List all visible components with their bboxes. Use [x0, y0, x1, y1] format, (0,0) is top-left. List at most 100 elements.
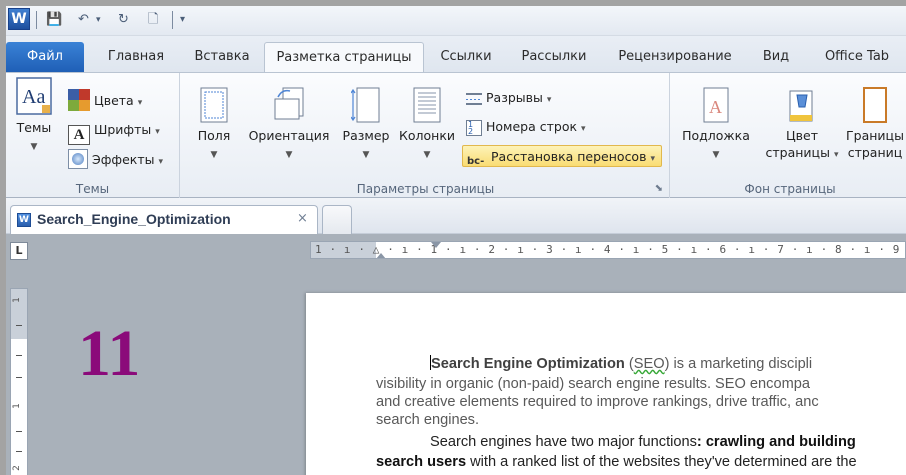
ruler-number: 2 — [11, 465, 22, 471]
page-borders-label-line1: Границы — [846, 128, 904, 143]
margins-label: Поля — [197, 128, 231, 143]
ruler-ticks: 1 · ı · △ · ı · 1 · ı · 2 · ı · 3 · ı · … — [315, 243, 906, 256]
breaks-icon — [466, 93, 482, 105]
colors-icon — [68, 89, 90, 111]
redo-icon[interactable]: ↻ — [118, 11, 129, 29]
undo-icon[interactable]: ↶ — [78, 11, 89, 29]
chevron-down-icon: ▼ — [712, 150, 720, 160]
ruler-tick — [16, 377, 22, 378]
chevron-down-icon: ▾ — [155, 127, 160, 137]
left-indent-marker[interactable] — [376, 253, 386, 258]
text-run: Search engines have two major functions — [430, 434, 697, 450]
chevron-down-icon: ▾ — [546, 95, 552, 105]
paragraph-1-line-3: and creative elements required to improv… — [376, 394, 819, 410]
text-run: ) is a marketing discipli — [664, 356, 813, 372]
text-run: with a ranked list of the websites they'… — [466, 454, 857, 470]
watermark-icon: A — [703, 87, 729, 123]
ruler-tick — [16, 451, 22, 452]
tab-file[interactable]: Файл — [6, 42, 84, 72]
slide-number: 11 — [78, 317, 141, 390]
close-icon[interactable]: × — [297, 211, 308, 226]
line-numbers-label: Номера строк — [486, 119, 578, 134]
page-setup-group-label: Параметры страницы — [356, 182, 495, 196]
toolbar-separator — [172, 11, 173, 29]
columns-button[interactable]: Колонки ▼ — [396, 87, 458, 164]
tab-references[interactable]: Ссылки — [432, 42, 500, 72]
page-color-icon — [789, 90, 813, 122]
ruler-row: L 1 · ı · △ · ı · 1 · ı · 2 · ı · 3 · ı … — [6, 235, 906, 265]
breaks-button[interactable]: Разрывы ▾ — [466, 87, 551, 109]
page-color-button[interactable]: Цвет страницы ▾ — [762, 87, 842, 164]
watermark-button[interactable]: A Подложка ▼ — [678, 87, 754, 164]
page-background-group: A Подложка ▼ Цвет страницы ▾ Границы стр… — [672, 73, 906, 199]
tab-mailings[interactable]: Рассылки — [512, 42, 596, 72]
ribbon-tabs: Файл Главная Вставка Разметка страницы С… — [6, 36, 906, 73]
chevron-down-icon: ▼ — [423, 150, 431, 160]
colors-button[interactable]: Цвета ▾ — [68, 89, 142, 111]
hyphenation-button[interactable]: bc- Расстановка переносов ▾ — [462, 145, 662, 167]
orientation-label: Ориентация — [248, 128, 330, 143]
document-page[interactable]: Search Engine Optimization (SEO) is a ma… — [306, 293, 906, 475]
effects-icon — [68, 149, 88, 169]
tab-view[interactable]: Вид — [754, 42, 798, 72]
margins-button[interactable]: Поля ▼ — [194, 87, 234, 164]
breaks-label: Разрывы — [486, 90, 543, 105]
ruler-tick — [16, 355, 22, 356]
toolbar-separator — [36, 11, 37, 29]
size-button[interactable]: Размер ▼ — [338, 87, 394, 164]
page-borders-icon — [863, 87, 887, 123]
ruler-tick — [16, 431, 22, 432]
svg-text:Aa: Aa — [22, 86, 45, 108]
tab-home[interactable]: Главная — [94, 42, 178, 72]
document-tab[interactable]: W Search_Engine_Optimization × — [10, 205, 318, 234]
first-line-indent-marker[interactable] — [431, 242, 441, 248]
paragraph-1-line-2: visibility in organic (non-paid) search … — [376, 376, 810, 392]
paragraph-1-line-4: search engines. — [376, 412, 480, 428]
vertical-ruler[interactable]: 1 1 2 — [10, 288, 28, 475]
ruler-number: 1 — [11, 403, 22, 409]
tab-insert[interactable]: Вставка — [184, 42, 260, 72]
bold-text: search users — [376, 454, 467, 470]
horizontal-ruler[interactable]: 1 · ı · △ · ı · 1 · ı · 2 · ı · 3 · ı · … — [310, 241, 906, 259]
themes-icon: Aa — [16, 77, 52, 115]
page-background-group-label: Фон страницы — [744, 182, 836, 196]
tab-review[interactable]: Рецензирование — [610, 42, 740, 72]
chevron-down-icon: ▼ — [210, 150, 218, 160]
word-window: W 💾 ↶ ▾ ↻ 🗋 ▾ Файл Главная Вставка Разме… — [6, 6, 906, 475]
bold-text: : crawling and building — [696, 434, 856, 450]
chevron-down-icon: ▾ — [158, 157, 164, 167]
customize-toolbar-icon[interactable]: ▾ — [180, 11, 185, 29]
undo-dropdown-icon[interactable]: ▾ — [96, 11, 101, 29]
themes-group-label: Темы — [75, 182, 110, 196]
themes-button[interactable]: Aa Темы ▼ — [12, 77, 56, 156]
new-document-icon[interactable]: 🗋 — [148, 11, 158, 29]
tab-selector-button[interactable]: L — [10, 242, 28, 260]
ruler-tick — [16, 325, 22, 326]
word-logo-icon[interactable]: W — [8, 8, 30, 30]
document-tab-title: Search_Engine_Optimization — [37, 211, 231, 227]
page-borders-button[interactable]: Границы страниц — [840, 87, 906, 161]
seo-title-text: Search Engine Optimization — [431, 356, 625, 372]
size-label: Размер — [342, 128, 390, 143]
fonts-button[interactable]: A Шрифты ▾ — [68, 119, 160, 145]
tab-page-layout[interactable]: Разметка страницы — [264, 42, 424, 73]
page-borders-label-line2: страниц — [847, 145, 903, 160]
new-tab-button[interactable] — [322, 205, 352, 234]
hyphenation-icon: bc- — [467, 156, 485, 167]
hyphenation-label: Расстановка переносов — [491, 149, 647, 164]
document-tab-bar: W Search_Engine_Optimization × — [6, 198, 906, 234]
tab-office-tab[interactable]: Office Tab — [814, 42, 900, 72]
chevron-down-icon: ▾ — [833, 150, 839, 160]
save-icon[interactable]: 💾 — [46, 11, 62, 29]
chevron-down-icon: ▼ — [30, 142, 38, 152]
fonts-label: Шрифты — [94, 122, 152, 137]
word-document-icon: W — [17, 213, 31, 227]
effects-button[interactable]: Эффекты ▾ — [68, 149, 163, 171]
size-icon — [351, 87, 380, 123]
line-numbers-button[interactable]: 1 2 Номера строк ▾ — [466, 116, 586, 138]
quick-access-toolbar: W 💾 ↶ ▾ ↻ 🗋 ▾ — [6, 6, 906, 36]
chevron-down-icon: ▾ — [137, 98, 143, 108]
orientation-button[interactable]: Ориентация ▼ — [244, 87, 334, 164]
page-color-label-line2: страницы — [765, 145, 830, 160]
spellcheck-text: SEO — [633, 356, 665, 372]
